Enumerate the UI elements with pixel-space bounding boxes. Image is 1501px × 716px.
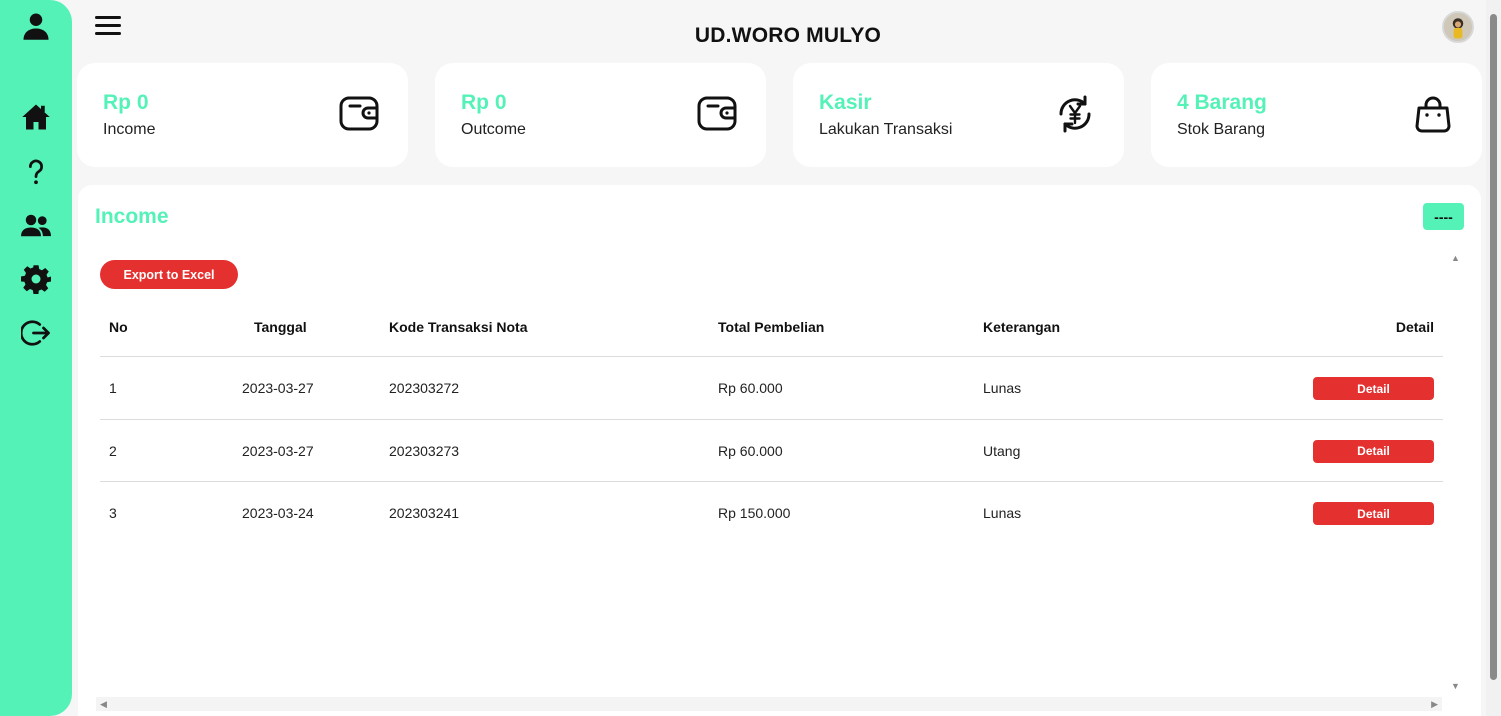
cell-keterangan: Lunas (983, 505, 1022, 521)
header-keterangan: Keterangan (983, 319, 1061, 335)
avatar[interactable] (1442, 11, 1474, 43)
wallet-icon (338, 93, 380, 135)
shopping-bag-icon (1412, 93, 1454, 135)
scroll-right-arrow-icon[interactable]: ▶ (1431, 699, 1438, 710)
scroll-down-arrow-icon[interactable]: ▼ (1451, 681, 1460, 691)
detail-button[interactable]: Detail (1313, 502, 1434, 525)
outcome-label: Outcome (461, 121, 526, 138)
header-detail: Detail (1395, 319, 1434, 335)
gear-icon[interactable] (20, 263, 52, 295)
cell-no: 1 (109, 380, 117, 396)
page-scrollbar-thumb[interactable] (1490, 14, 1497, 680)
exchange-yen-icon (1054, 93, 1096, 135)
income-label: Income (103, 121, 156, 138)
income-panel: Income ---- Export to Excel No Tanggal K… (78, 185, 1481, 716)
table-row: 2 2023-03-27 202303273 Rp 60.000 Utang D… (100, 420, 1443, 482)
stok-card[interactable]: 4 Barang Stok Barang (1151, 63, 1482, 167)
stok-label: Stok Barang (1177, 121, 1266, 138)
wallet-icon (696, 93, 738, 135)
logout-icon[interactable] (20, 317, 52, 349)
table-row: 1 2023-03-27 202303272 Rp 60.000 Lunas D… (100, 357, 1443, 420)
detail-button[interactable]: Detail (1313, 439, 1434, 463)
cell-kode: 202303241 (389, 505, 460, 521)
cell-total: Rp 60.000 (718, 442, 783, 459)
cell-kode: 202303273 (389, 442, 460, 459)
table-row: 3 2023-03-24 202303241 Rp 150.000 Lunas … (100, 482, 1443, 545)
income-value: Rp 0 (103, 91, 149, 114)
panel-toggle-button[interactable]: ---- (1423, 203, 1464, 230)
income-table: No Tanggal Kode Transaksi Nota Total Pem… (100, 297, 1443, 545)
outcome-value: Rp 0 (461, 91, 507, 114)
cell-total: Rp 150.000 (718, 505, 791, 521)
scroll-up-arrow-icon[interactable]: ▲ (1451, 253, 1460, 263)
cell-total: Rp 60.000 (718, 380, 783, 396)
user-icon[interactable] (20, 10, 52, 42)
hamburger-menu-icon[interactable] (95, 16, 121, 38)
stok-value: 4 Barang (1177, 91, 1267, 114)
kasir-value: Kasir (819, 91, 872, 114)
header-kode: Kode Transaksi Nota (389, 319, 528, 335)
detail-button[interactable]: Detail (1313, 377, 1434, 400)
cell-no: 3 (109, 505, 117, 521)
table-header: No Tanggal Kode Transaksi Nota Total Pem… (100, 297, 1443, 357)
header-total: Total Pembelian (718, 319, 825, 335)
kasir-card[interactable]: Kasir Lakukan Transaksi (793, 63, 1124, 167)
panel-title: Income (95, 205, 169, 228)
help-icon[interactable] (20, 155, 52, 187)
table-horizontal-scrollbar[interactable]: ◀ ▶ (96, 697, 1442, 711)
header-tanggal: Tanggal (254, 319, 307, 335)
home-icon[interactable] (20, 101, 52, 133)
cell-no: 2 (109, 442, 117, 459)
income-card[interactable]: Rp 0 Income (77, 63, 408, 167)
table-vertical-scrollbar[interactable]: ▲ ▼ (1449, 253, 1461, 693)
app-title: UD.WORO MULYO (694, 24, 882, 47)
export-to-excel-button[interactable]: Export to Excel (100, 260, 238, 289)
header-no: No (109, 319, 128, 335)
kasir-label: Lakukan Transaksi (819, 121, 953, 138)
page-scrollbar[interactable] (1486, 0, 1501, 716)
cell-kode: 202303272 (389, 380, 460, 396)
scroll-left-arrow-icon[interactable]: ◀ (100, 699, 107, 710)
users-icon[interactable] (20, 209, 52, 241)
cell-tanggal: 2023-03-27 (242, 380, 314, 396)
cell-tanggal: 2023-03-24 (242, 505, 314, 521)
cell-keterangan: Lunas (983, 380, 1022, 396)
cell-keterangan: Utang (983, 442, 1021, 459)
outcome-card[interactable]: Rp 0 Outcome (435, 63, 766, 167)
sidebar (0, 0, 72, 716)
cell-tanggal: 2023-03-27 (242, 442, 314, 459)
